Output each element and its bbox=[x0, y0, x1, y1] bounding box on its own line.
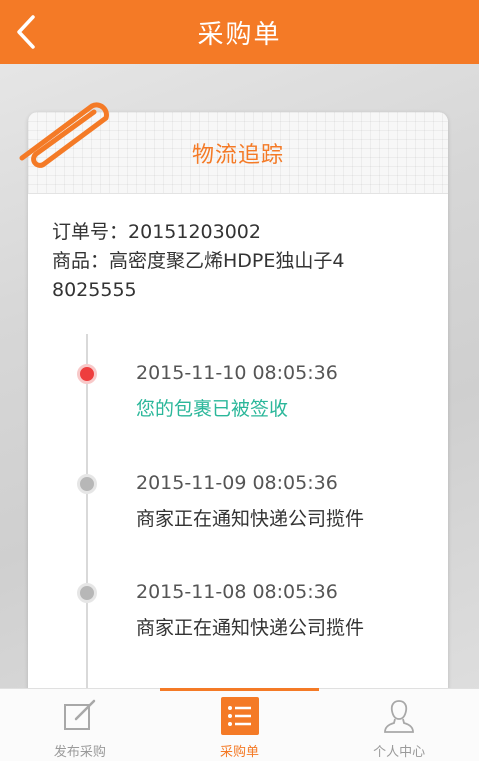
order-number-row: 订单号：20151203002 bbox=[52, 218, 448, 247]
timeline-time: 2015-11-08 08:05:36 bbox=[136, 581, 338, 603]
order-info: 订单号：20151203002 商品：高密度聚乙烯HDPE独山子48025555 bbox=[28, 194, 448, 305]
nav-label: 采购单 bbox=[220, 745, 260, 760]
timeline-status: 商家正在通知快递公司揽件 bbox=[136, 617, 365, 639]
product-row: 商品：高密度聚乙烯HDPE独山子48025555 bbox=[52, 247, 352, 305]
timeline-time: 2015-11-09 08:05:36 bbox=[136, 472, 338, 494]
paperclip-icon bbox=[19, 102, 109, 168]
top-bar: 采购单 bbox=[0, 0, 479, 64]
timeline-status: 商家正在通知快递公司揽件 bbox=[136, 508, 365, 530]
bottom-nav: 发布采购 采购单 个人中心 bbox=[0, 688, 479, 761]
edit-icon bbox=[61, 697, 99, 735]
list-icon bbox=[220, 697, 259, 735]
timeline-dot bbox=[77, 474, 97, 494]
nav-personal-center[interactable]: 个人中心 bbox=[319, 689, 479, 761]
page-title: 采购单 bbox=[197, 19, 282, 50]
nav-publish-purchase[interactable]: 发布采购 bbox=[0, 689, 160, 761]
product-label: 商品： bbox=[52, 250, 110, 272]
timeline-line bbox=[86, 334, 88, 712]
order-number-value: 20151203002 bbox=[128, 221, 261, 243]
nav-label: 发布采购 bbox=[53, 745, 106, 760]
user-icon bbox=[380, 697, 418, 735]
nav-purchase-order[interactable]: 采购单 bbox=[159, 688, 320, 761]
card-title: 物流追踪 bbox=[191, 142, 284, 168]
logistics-card: 物流追踪 订单号：20151203002 商品：高密度聚乙烯HDPE独山子480… bbox=[28, 112, 448, 712]
timeline-dot-active bbox=[77, 364, 97, 384]
chevron-left-icon bbox=[17, 15, 35, 49]
timeline-time: 2015-11-10 08:05:36 bbox=[136, 362, 338, 384]
timeline-status: 您的包裹已被签收 bbox=[136, 398, 289, 420]
order-number-label: 订单号： bbox=[52, 221, 129, 243]
tracking-timeline: 2015-11-10 08:05:36 您的包裹已被签收 2015-11-09 … bbox=[28, 334, 448, 712]
back-button[interactable] bbox=[6, 10, 46, 54]
nav-label: 个人中心 bbox=[373, 745, 426, 760]
timeline-dot bbox=[77, 583, 97, 603]
